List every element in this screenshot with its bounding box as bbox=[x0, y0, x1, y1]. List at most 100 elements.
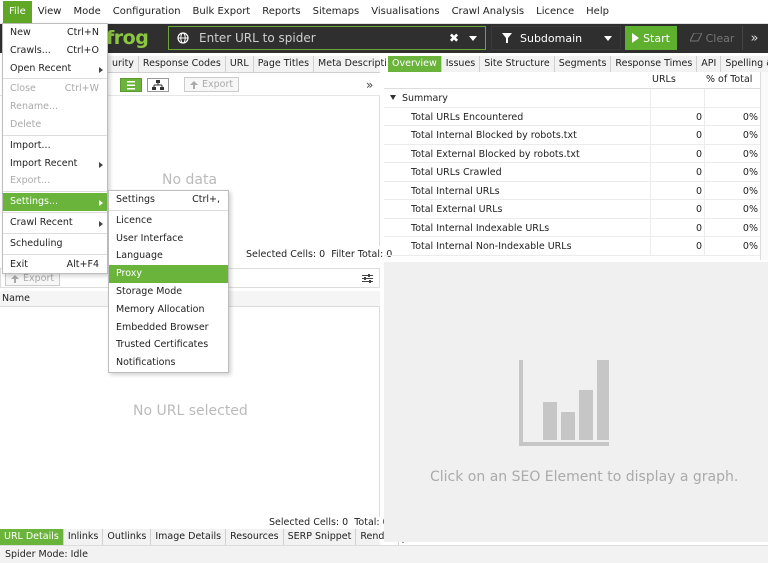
settings-menu-item-user-interface[interactable]: User Interface bbox=[109, 230, 228, 248]
tree-view-button[interactable] bbox=[147, 78, 169, 92]
clear-button[interactable]: Clear bbox=[686, 26, 738, 50]
overview-row[interactable]: Total URLs Encountered 0 0% bbox=[384, 107, 760, 126]
settings-menu-item-language[interactable]: Language bbox=[109, 247, 228, 265]
settings-menu-item-settings[interactable]: Settings Ctrl+, bbox=[109, 191, 228, 209]
tab-image-details[interactable]: Image Details bbox=[151, 529, 227, 545]
overview-row-label: Total Internal URLs bbox=[411, 185, 500, 197]
menu-item-label: Proxy bbox=[116, 268, 143, 280]
overview-row-label: Total Internal Blocked by robots.txt bbox=[411, 130, 577, 141]
menu-sitemaps[interactable]: Sitemaps bbox=[307, 1, 366, 23]
tab-inlinks[interactable]: Inlinks bbox=[64, 529, 104, 545]
settings-menu-item-notifications[interactable]: Notifications bbox=[109, 354, 228, 372]
file-menu-item-export[interactable]: Export... bbox=[3, 172, 107, 190]
menu-visualisations[interactable]: Visualisations bbox=[365, 1, 445, 23]
menu-mode[interactable]: Mode bbox=[67, 1, 106, 23]
tab-resources[interactable]: Resources bbox=[226, 529, 284, 545]
url-placeholder: Enter URL to spider bbox=[199, 31, 316, 45]
overview-row-percent: 0% bbox=[742, 111, 758, 123]
export-label: Export bbox=[202, 79, 234, 90]
menu-view[interactable]: View bbox=[32, 1, 68, 23]
menu-separator bbox=[109, 209, 228, 211]
tab-api[interactable]: API bbox=[697, 56, 722, 72]
file-menu-item-crawl-recent[interactable]: Crawl Recent bbox=[3, 214, 107, 232]
tab-response-times[interactable]: Response Times bbox=[611, 56, 698, 72]
file-menu-item-close[interactable]: Close Ctrl+W bbox=[3, 80, 107, 98]
col-percent-total[interactable]: % of Total bbox=[706, 74, 752, 85]
tab-meta-description[interactable]: Meta Descripti bbox=[314, 56, 392, 72]
settings-menu-item-storage-mode[interactable]: Storage Mode bbox=[109, 283, 228, 301]
file-menu-item-scheduling[interactable]: Scheduling bbox=[3, 235, 107, 253]
settings-menu-item-trusted-certificates[interactable]: Trusted Certificates bbox=[109, 336, 228, 354]
tab-url[interactable]: URL bbox=[226, 56, 254, 72]
url-input[interactable]: Enter URL to spider ✖ bbox=[168, 26, 486, 50]
overview-row[interactable]: Total External Blocked by robots.txt 0 0% bbox=[384, 144, 760, 163]
toolbar-more-chevron-icon[interactable]: » bbox=[742, 26, 766, 50]
overview-row[interactable]: Total Internal URLs 0 0% bbox=[384, 181, 760, 200]
tab-spelling-grammar[interactable]: Spelling & G bbox=[721, 56, 768, 72]
tab-segments[interactable]: Segments bbox=[555, 56, 612, 72]
menu-bulk-export[interactable]: Bulk Export bbox=[187, 1, 257, 23]
overview-row[interactable]: Total Internal Indexable URLs 0 0% bbox=[384, 218, 760, 237]
tab-outlinks[interactable]: Outlinks bbox=[103, 529, 152, 545]
col-urls[interactable]: URLs bbox=[652, 74, 676, 85]
app-logo: frog bbox=[106, 27, 149, 49]
summary-section-row[interactable]: Summary bbox=[384, 89, 760, 108]
left-more-chevron-icon[interactable]: » bbox=[366, 78, 373, 92]
menu-item-label: Delete bbox=[10, 118, 42, 130]
detail-export-label: Export bbox=[23, 273, 55, 284]
sliders-icon[interactable] bbox=[362, 274, 373, 283]
tab-issues[interactable]: Issues bbox=[442, 56, 481, 72]
file-menu-item-delete[interactable]: Delete bbox=[3, 116, 107, 134]
settings-menu-item-licence[interactable]: Licence bbox=[109, 212, 228, 230]
list-view-button[interactable] bbox=[120, 78, 142, 92]
tab-response-codes[interactable]: Response Codes bbox=[139, 56, 226, 72]
file-menu-item-crawls[interactable]: Crawls... Ctrl+O bbox=[3, 42, 107, 60]
collapse-triangle-icon[interactable] bbox=[390, 95, 396, 100]
menu-file[interactable]: File bbox=[3, 0, 32, 23]
file-menu-item-import[interactable]: Import... bbox=[3, 137, 107, 155]
chevron-down-icon bbox=[604, 35, 612, 41]
menu-item-label: Notifications bbox=[116, 357, 176, 369]
file-menu-item-import-recent[interactable]: Import Recent bbox=[3, 155, 107, 173]
detail-total-label: Total: bbox=[354, 517, 380, 528]
crawl-mode-select[interactable]: Subdomain bbox=[491, 26, 621, 50]
clear-url-icon[interactable]: ✖ bbox=[449, 31, 459, 45]
overview-row[interactable]: Total Internal Non-Indexable URLs 0 0% bbox=[384, 237, 760, 256]
left-bottom-status: Selected Cells: 0 Total: 0 bbox=[269, 517, 389, 528]
detail-selected-cells-label: Selected Cells: bbox=[269, 517, 340, 528]
menu-help[interactable]: Help bbox=[580, 1, 615, 23]
file-menu-item-new[interactable]: New Ctrl+N bbox=[3, 24, 107, 42]
overview-scrollbar[interactable] bbox=[760, 72, 768, 260]
submenu-arrow-icon bbox=[99, 200, 103, 207]
menu-crawl-analysis[interactable]: Crawl Analysis bbox=[446, 1, 531, 23]
tab-page-titles[interactable]: Page Titles bbox=[254, 56, 315, 72]
menu-item-label: Open Recent bbox=[10, 62, 72, 74]
file-menu-item-exit[interactable]: Exit Alt+F4 bbox=[3, 256, 107, 274]
file-menu-item-settings[interactable]: Settings... bbox=[3, 193, 107, 211]
tab-site-structure[interactable]: Site Structure bbox=[480, 56, 555, 72]
tab-url-details[interactable]: URL Details bbox=[0, 529, 64, 545]
start-button[interactable]: Start bbox=[625, 26, 677, 50]
file-menu-item-rename[interactable]: Rename... bbox=[3, 98, 107, 116]
menu-reports[interactable]: Reports bbox=[256, 1, 306, 23]
tab-security[interactable]: urity bbox=[108, 56, 139, 72]
overview-row[interactable]: Total URLs Crawled 0 0% bbox=[384, 163, 760, 182]
url-history-chevron-down-icon[interactable] bbox=[469, 35, 477, 41]
overview-row[interactable]: Total External URLs 0 0% bbox=[384, 200, 760, 219]
tab-overview[interactable]: Overview bbox=[388, 56, 442, 72]
tab-serp-snippet[interactable]: SERP Snippet bbox=[284, 529, 357, 545]
menu-item-label: Crawl Recent bbox=[10, 216, 73, 228]
menu-item-shortcut: Ctrl+N bbox=[67, 27, 99, 38]
settings-menu-item-embedded-browser[interactable]: Embedded Browser bbox=[109, 319, 228, 337]
export-button[interactable]: Export bbox=[184, 77, 240, 92]
eraser-icon bbox=[689, 33, 702, 42]
file-menu-item-open-recent[interactable]: Open Recent bbox=[3, 60, 107, 78]
overview-row[interactable]: Total Internal Blocked by robots.txt 0 0% bbox=[384, 126, 760, 145]
graph-panel bbox=[384, 262, 768, 542]
settings-menu-item-proxy[interactable]: Proxy bbox=[109, 265, 228, 283]
menu-configuration[interactable]: Configuration bbox=[107, 1, 187, 23]
settings-menu-item-memory-allocation[interactable]: Memory Allocation bbox=[109, 301, 228, 319]
menu-licence[interactable]: Licence bbox=[530, 1, 580, 23]
overview-row-urls: 0 bbox=[695, 148, 702, 160]
detail-export-arrow-icon bbox=[11, 274, 19, 283]
